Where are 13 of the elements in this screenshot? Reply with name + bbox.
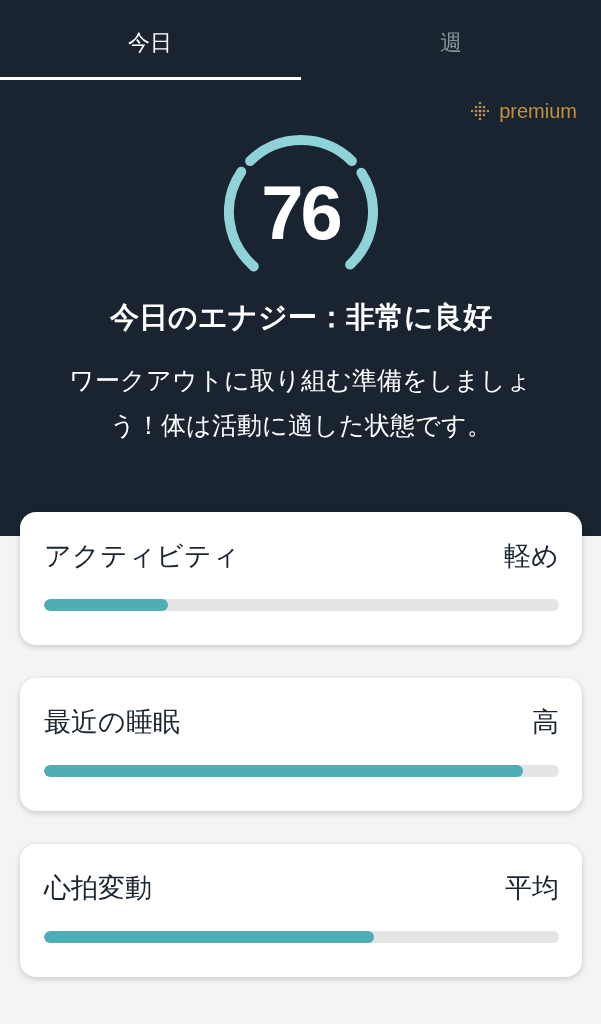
tab[interactable]: 今日	[0, 0, 301, 80]
dot-grid-icon	[471, 102, 490, 120]
energy-title: 今日のエナジー：非常に良好	[109, 299, 492, 336]
metric-name: アクティビティ	[44, 539, 240, 573]
energy-score: 76	[261, 175, 340, 251]
metric-reading: 軽め	[504, 539, 559, 573]
metric-reading: 平均	[505, 871, 559, 905]
tab[interactable]: 週	[300, 0, 601, 80]
metric-name: 心拍変動	[44, 871, 152, 905]
metric-name: 最近の睡眠	[44, 705, 180, 739]
metric-reading: 高	[532, 705, 559, 739]
premium-label: premium	[499, 100, 577, 122]
energy-message: ワークアウトに取り組む準備をしましょう！体は活動に適した状態です。	[68, 365, 533, 442]
